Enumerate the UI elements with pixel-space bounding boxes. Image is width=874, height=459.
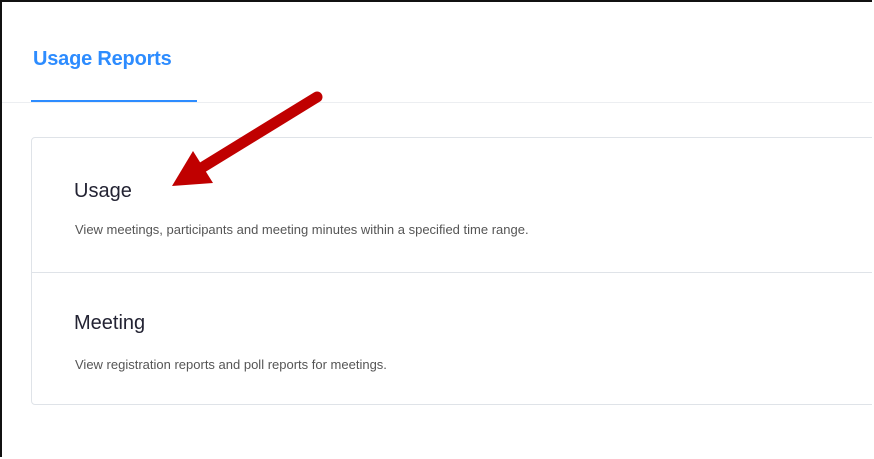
tab-usage-reports[interactable]: Usage Reports <box>31 48 197 102</box>
report-page: Usage Reports Usage View meetings, parti… <box>0 0 872 457</box>
report-tabs: Usage Reports <box>2 2 872 103</box>
report-title-usage: Usage <box>74 180 132 202</box>
report-title-meeting: Meeting <box>74 312 146 334</box>
report-list: Usage View meetings, participants and me… <box>31 137 872 405</box>
report-item-usage[interactable]: Usage View meetings, participants and me… <box>32 138 872 273</box>
report-description-usage: View meetings, participants and meeting … <box>75 222 529 237</box>
report-item-meeting[interactable]: Meeting View registration reports and po… <box>32 272 872 406</box>
report-description-meeting: View registration reports and poll repor… <box>75 357 387 372</box>
tab-usage-reports-label: Usage Reports <box>33 48 172 70</box>
